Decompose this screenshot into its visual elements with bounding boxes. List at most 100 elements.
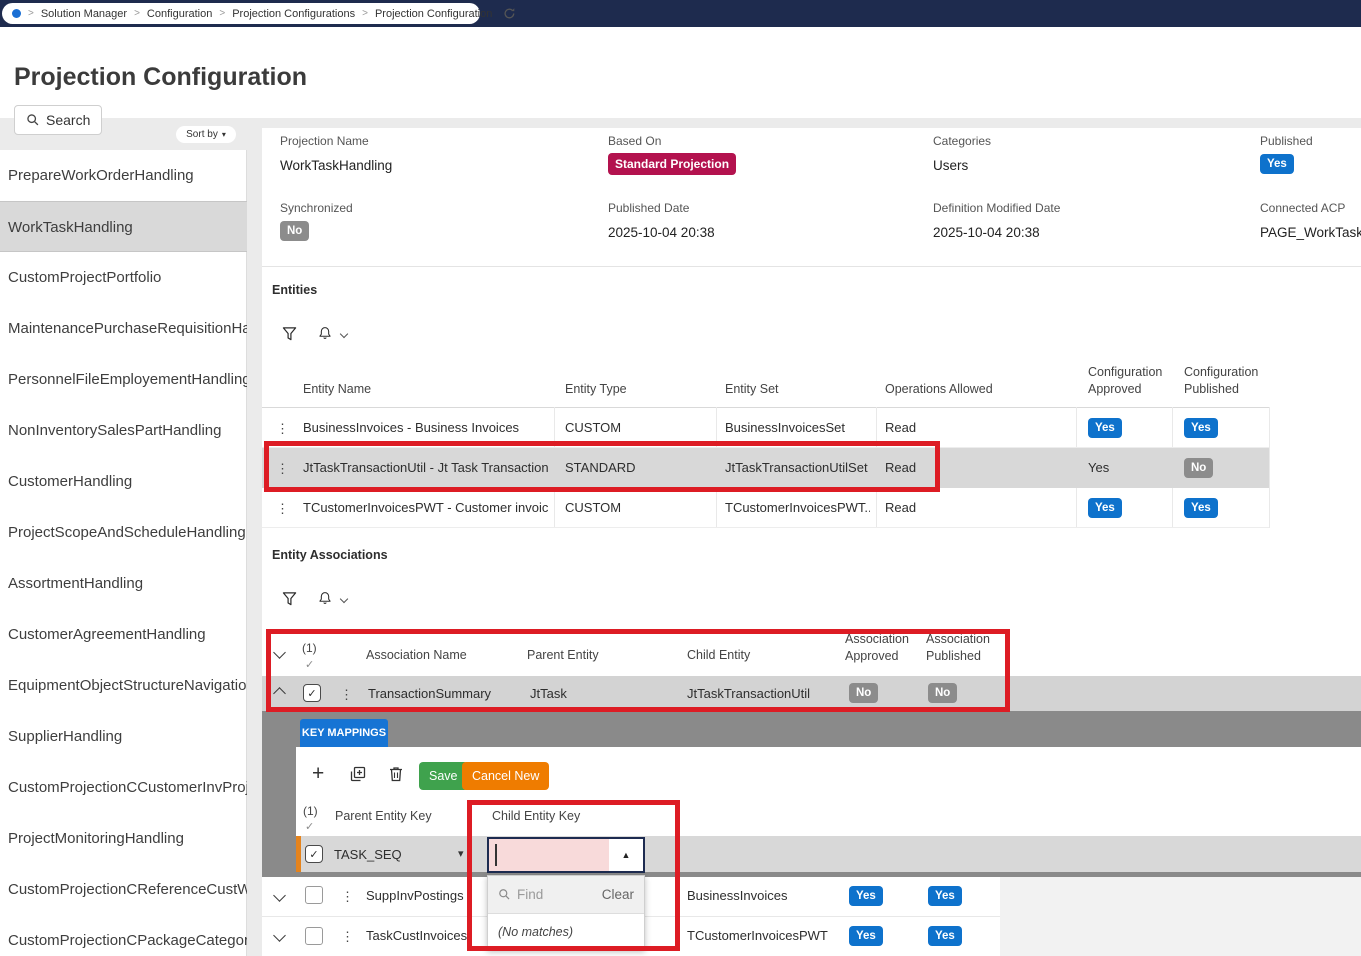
dropdown-find-row[interactable]: Find Clear (488, 876, 644, 913)
km-col-parent-entity-key: Parent Entity Key (335, 809, 432, 823)
sidebar-item-label: MaintenancePurchaseRequisitionHan (8, 320, 247, 337)
parent-entity-key-value[interactable]: TASK_SEQ (334, 847, 402, 862)
entity-type-cell: STANDARD (565, 460, 636, 475)
sidebar-item-supplierhandling[interactable]: SupplierHandling (0, 711, 247, 762)
app-window: > Solution Manager > Configuration > Pro… (0, 0, 1361, 956)
find-input-placeholder[interactable]: Find (517, 887, 596, 902)
filter-icon[interactable] (282, 591, 297, 612)
sidebar-item-personnelfileemployementhandling[interactable]: PersonnelFileEmployementHandling (0, 354, 247, 405)
sidebar-item-label: EquipmentObjectStructureNavigation (8, 677, 247, 694)
sidebar-item-label: CustomerAgreementHandling (8, 626, 206, 643)
search-button[interactable]: Search (14, 105, 103, 135)
select-all-check-icon[interactable]: ✓ (305, 658, 314, 671)
delete-row-icon[interactable] (389, 766, 403, 785)
chevron-right-icon: > (28, 8, 34, 19)
sidebar-item-equipmentobjectstructurenavigation[interactable]: EquipmentObjectStructureNavigation (0, 660, 247, 711)
sidebar-item-label: NonInventorySalesPartHandling (8, 422, 222, 439)
cancel-new-button[interactable]: Cancel New (462, 762, 550, 790)
categories-label: Categories (933, 134, 992, 148)
entity-type-cell: CUSTOM (565, 420, 622, 435)
sidebar-item-noninventorysalesparthandling[interactable]: NonInventorySalesPartHandling (0, 405, 247, 456)
breadcrumb-item-configuration[interactable]: Configuration (147, 8, 212, 20)
sidebar-item-customerhandling[interactable]: CustomerHandling (0, 456, 247, 507)
row-checkbox-unchecked[interactable] (305, 927, 323, 945)
bell-icon[interactable] (318, 590, 332, 612)
row-menu-icon[interactable]: ⋮ (341, 889, 354, 905)
operations-allowed-cell: Read (885, 420, 917, 435)
definition-modified-date-value: 2025-10-04 20:38 (933, 225, 1040, 240)
parent-key-dropdown-icon[interactable]: ▾ (458, 847, 464, 860)
sidebar-item-label: ProjectScopeAndScheduleHandling (8, 524, 246, 541)
add-row-icon[interactable]: + (312, 762, 324, 786)
sidebar-item-label: AssortmentHandling (8, 575, 144, 592)
row-filler (1000, 917, 1361, 956)
key-mapping-row-editing[interactable] (296, 836, 1361, 872)
assoc-col-association-name: Association Name (366, 648, 467, 662)
association-name-cell: TaskCustInvoices (366, 928, 468, 943)
sort-by-button[interactable]: Sort by ▾ (176, 126, 236, 143)
sort-by-label: Sort by (186, 129, 218, 140)
association-name-cell: TransactionSummary (368, 686, 492, 701)
assoc-published-badge: Yes (928, 886, 962, 906)
sidebar-item-label: SupplierHandling (8, 728, 123, 745)
select-all-check-icon[interactable]: ✓ (305, 820, 314, 833)
entities-col-operations-allowed: Operations Allowed (885, 382, 993, 396)
assoc-approved-badge: Yes (849, 886, 883, 906)
save-button[interactable]: Save (419, 762, 468, 790)
entities-section-title: Entities (272, 283, 318, 297)
refresh-icon[interactable] (503, 7, 516, 20)
sidebar-item-maintenancepurchaserequisition[interactable]: MaintenancePurchaseRequisitionHan (0, 303, 247, 354)
entity-set-cell: TCustomerInvoicesPWT... (725, 500, 870, 515)
published-label: Published (1260, 134, 1313, 148)
sidebar-item-projectscopeandschedulehandling[interactable]: ProjectScopeAndScheduleHandling (0, 507, 247, 558)
breadcrumb-item-solution-manager[interactable]: Solution Manager (41, 8, 127, 20)
sidebar-item-projectmonitoringhandling[interactable]: ProjectMonitoringHandling (0, 813, 247, 864)
row-menu-icon[interactable]: ⋮ (341, 929, 354, 945)
row-menu-icon[interactable]: ⋮ (276, 501, 289, 517)
page-header: Projection Configuration Search (0, 27, 1361, 135)
operations-allowed-cell: Read (885, 460, 917, 475)
row-checkbox-checked[interactable]: ✓ (303, 684, 321, 702)
sidebar-item-customprojectioncpackagecategory[interactable]: CustomProjectionCPackageCategory (0, 915, 247, 956)
filter-icon[interactable] (282, 326, 297, 347)
sidebar-item-customprojectportfolio[interactable]: CustomProjectPortfolio (0, 252, 247, 303)
sidebar-item-customprojectionccustomerinvproje[interactable]: CustomProjectionCCustomerInvProje (0, 762, 247, 813)
sidebar-item-assortmenthandling[interactable]: AssortmentHandling (0, 558, 247, 609)
sidebar-item-prepareworkorderhandling[interactable]: PrepareWorkOrderHandling (0, 150, 247, 201)
assoc-col-parent-entity: Parent Entity (527, 648, 599, 662)
combobox-collapse-icon[interactable]: ▲ (609, 839, 643, 871)
search-button-label: Search (46, 112, 91, 128)
clear-button[interactable]: Clear (602, 887, 634, 902)
search-icon (26, 113, 40, 127)
entity-name-cell: BusinessInvoices - Business Invoices (303, 420, 520, 435)
row-checkbox-checked[interactable]: ✓ (305, 845, 323, 863)
row-menu-icon[interactable]: ⋮ (340, 687, 353, 703)
projection-name-value: WorkTaskHandling (280, 158, 393, 173)
duplicate-row-icon[interactable] (350, 766, 366, 785)
app-dot-icon (12, 9, 21, 18)
assoc-published-badge: No (928, 683, 958, 703)
breadcrumb-item-projection-configuration[interactable]: Projection Configuration (375, 8, 492, 20)
row-menu-icon[interactable]: ⋮ (276, 461, 289, 477)
assoc-approved-badge: No (849, 683, 879, 703)
sidebar-item-label: CustomProjectionCCustomerInvProje (8, 779, 247, 796)
entity-name-cell: JtTaskTransactionUtil - Jt Task Transact… (303, 460, 548, 475)
breadcrumb-item-projection-configurations[interactable]: Projection Configurations (232, 8, 355, 20)
tab-key-mappings[interactable]: KEY MAPPINGS (300, 719, 388, 747)
config-published-badge: Yes (1184, 498, 1218, 518)
published-date-value: 2025-10-04 20:38 (608, 225, 715, 240)
child-entity-key-combobox[interactable]: ▲ (487, 837, 645, 873)
sidebar-item-label: ProjectMonitoringHandling (8, 830, 184, 847)
operations-allowed-cell: Read (885, 500, 917, 515)
assoc-col-association-approved: Association Approved (845, 632, 909, 663)
published-badge: Yes (1260, 154, 1294, 174)
sidebar-item-customprojectioncreferencecustwo[interactable]: CustomProjectionCReferenceCustWo (0, 864, 247, 915)
bell-icon[interactable] (318, 325, 332, 347)
entity-name-cell: TCustomerInvoicesPWT - Customer invoic..… (303, 500, 548, 515)
parent-entity-cell: JtTask (530, 686, 567, 701)
row-checkbox-unchecked[interactable] (305, 886, 323, 904)
row-menu-icon[interactable]: ⋮ (276, 421, 289, 437)
sidebar-item-worktaskhandling-selected[interactable]: WorkTaskHandling (0, 201, 247, 252)
sidebar-item-customeragreementhandling[interactable]: CustomerAgreementHandling (0, 609, 247, 660)
breadcrumb-bar: > Solution Manager > Configuration > Pro… (0, 0, 1361, 27)
